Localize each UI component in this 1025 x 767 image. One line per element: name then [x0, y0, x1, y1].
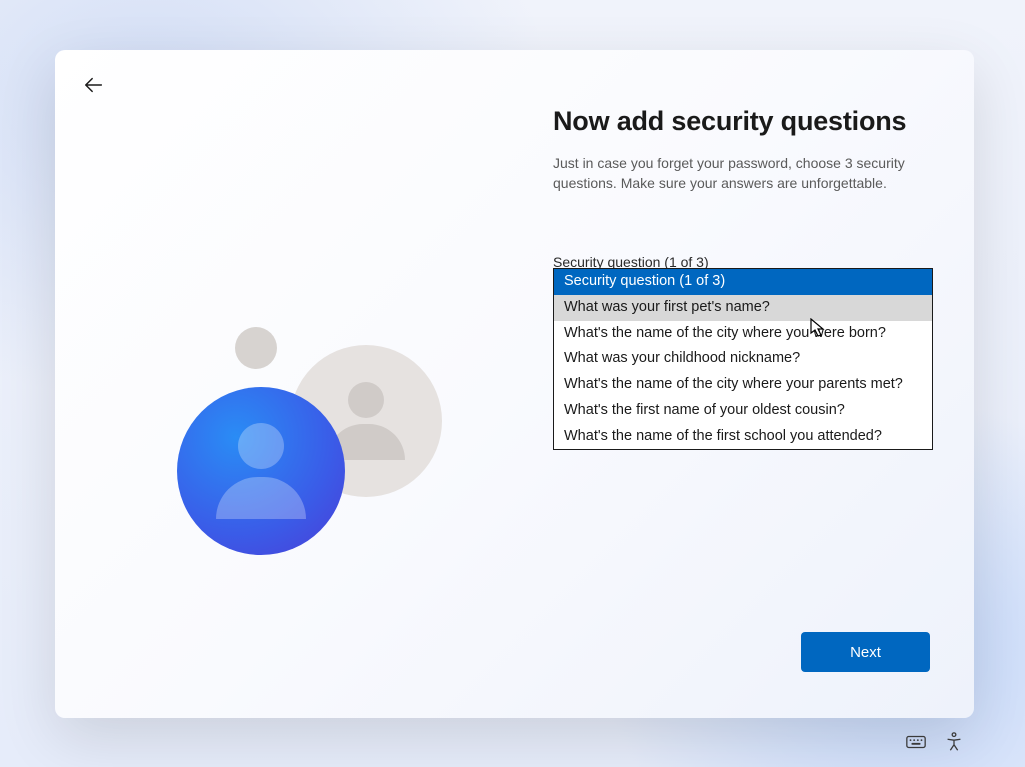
avatar-blue: [177, 387, 345, 555]
back-arrow-icon: [83, 74, 105, 96]
page-title: Now add security questions: [553, 106, 943, 137]
keyboard-icon[interactable]: [905, 731, 927, 753]
corner-controls: [905, 731, 965, 753]
dropdown-option[interactable]: Security question (1 of 3): [554, 269, 932, 295]
dropdown-option[interactable]: What's the first name of your oldest cou…: [554, 398, 932, 424]
page-subtitle: Just in case you forget your password, c…: [553, 153, 943, 194]
dropdown-option[interactable]: What's the name of the first school you …: [554, 424, 932, 450]
dropdown-option[interactable]: What's the name of the city where your p…: [554, 372, 932, 398]
content-area: Now add security questions Just in case …: [553, 106, 943, 280]
dropdown-option[interactable]: What was your childhood nickname?: [554, 346, 932, 372]
next-button[interactable]: Next: [801, 632, 930, 672]
back-button[interactable]: [83, 74, 107, 98]
dropdown-option[interactable]: What's the name of the city where you we…: [554, 321, 932, 347]
user-illustration: [175, 315, 475, 575]
dropdown-option[interactable]: What was your first pet's name?: [554, 295, 932, 321]
setup-card: Now add security questions Just in case …: [55, 50, 974, 718]
accessibility-icon[interactable]: [943, 731, 965, 753]
security-question-dropdown[interactable]: Security question (1 of 3) What was your…: [553, 268, 933, 450]
decor-circle-small: [235, 327, 277, 369]
